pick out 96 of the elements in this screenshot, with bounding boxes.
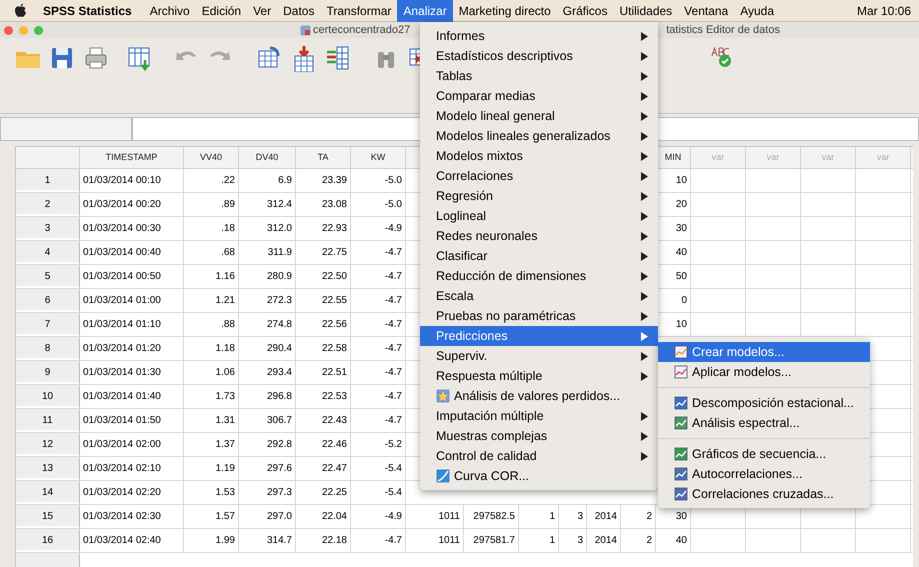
- table-cell: 280.9: [239, 265, 296, 288]
- table-cell: -4.7: [351, 241, 406, 264]
- table-cell: 1.21: [184, 289, 239, 312]
- table-cell: 311.9: [239, 241, 296, 264]
- table-cell: 01/03/2014 01:50: [80, 409, 184, 432]
- table-cell: 2014: [587, 529, 621, 552]
- table-cell: 1.06: [184, 361, 239, 384]
- table-cell: 01/03/2014 00:20: [80, 193, 184, 216]
- table-cell: .89: [184, 193, 239, 216]
- table-cell: -5.2: [351, 433, 406, 456]
- table-cell: -4.9: [351, 217, 406, 240]
- table-cell: 40: [656, 529, 691, 552]
- table-cell: 22.25: [296, 481, 351, 504]
- table-cell: 297.3: [239, 481, 296, 504]
- table-cell: 01/03/2014 02:30: [80, 505, 184, 528]
- table-cell: 296.8: [239, 385, 296, 408]
- table-cell: 1.99: [184, 529, 239, 552]
- table-cell: 01/03/2014 00:30: [80, 217, 184, 240]
- table-cell: 2: [621, 529, 656, 552]
- table-cell: 23.39: [296, 169, 351, 192]
- table-cell: 6.9: [239, 169, 296, 192]
- table-cell: -4.7: [351, 361, 406, 384]
- table-cell: 1.73: [184, 385, 239, 408]
- table-cell: 1.53: [184, 481, 239, 504]
- table-cell: 297.0: [239, 505, 296, 528]
- table-cell: 297582.5: [464, 505, 519, 528]
- table-cell: -4.7: [351, 529, 406, 552]
- table-cell: 01/03/2014 00:10: [80, 169, 184, 192]
- table-cell: 3: [559, 505, 587, 528]
- table-cell: -4.7: [351, 313, 406, 336]
- table-cell: 290.4: [239, 337, 296, 360]
- table-cell: 01/03/2014 02:40: [80, 529, 184, 552]
- table-cell: 297.6: [239, 457, 296, 480]
- table-cell: 22.47: [296, 457, 351, 480]
- table-cell: 1.37: [184, 433, 239, 456]
- table-cell: 1011: [406, 529, 464, 552]
- table-cell: 01/03/2014 01:30: [80, 361, 184, 384]
- table-cell: .68: [184, 241, 239, 264]
- table-cell: .88: [184, 313, 239, 336]
- table-cell: 22.50: [296, 265, 351, 288]
- table-cell: -4.7: [351, 385, 406, 408]
- table-cell: 1011: [406, 505, 464, 528]
- table-cell: 314.7: [239, 529, 296, 552]
- table-cell: 2: [621, 505, 656, 528]
- table-cell: -4.7: [351, 337, 406, 360]
- table-cell: 01/03/2014 01:20: [80, 337, 184, 360]
- table-cell: -4.7: [351, 265, 406, 288]
- table-cell: 01/03/2014 01:40: [80, 385, 184, 408]
- table-cell: -5.4: [351, 481, 406, 504]
- table-cell: 293.4: [239, 361, 296, 384]
- table-cell: -5.0: [351, 193, 406, 216]
- table-cell: 272.3: [239, 289, 296, 312]
- table-cell: 312.0: [239, 217, 296, 240]
- table-cell: 1.16: [184, 265, 239, 288]
- table-cell: 3: [559, 529, 587, 552]
- table-cell: 22.51: [296, 361, 351, 384]
- table-cell: 22.43: [296, 409, 351, 432]
- table-cell: 312.4: [239, 193, 296, 216]
- table-cell: 22.75: [296, 241, 351, 264]
- table-cell: 297581.7: [464, 529, 519, 552]
- table-cell: 01/03/2014 00:50: [80, 265, 184, 288]
- table-cell: 22.04: [296, 505, 351, 528]
- table-cell: 306.7: [239, 409, 296, 432]
- table-cell: 01/03/2014 01:10: [80, 313, 184, 336]
- window-title: certeconcentrado27: [313, 22, 410, 38]
- table-cell: 274.8: [239, 313, 296, 336]
- table-cell: 22.56: [296, 313, 351, 336]
- table-cell: 01/03/2014 02:00: [80, 433, 184, 456]
- table-cell: 1.31: [184, 409, 239, 432]
- clock: Mar 10:06: [856, 2, 911, 20]
- table-cell: 1: [519, 529, 559, 552]
- table-cell: 01/03/2014 01:00: [80, 289, 184, 312]
- table-cell: 01/03/2014 02:20: [80, 481, 184, 504]
- table-cell: 22.53: [296, 385, 351, 408]
- table-cell: -4.7: [351, 289, 406, 312]
- table-cell: .22: [184, 169, 239, 192]
- table-cell: 2014: [587, 505, 621, 528]
- table-cell: -4.9: [351, 505, 406, 528]
- table-cell: 22.58: [296, 337, 351, 360]
- table-cell: -4.7: [351, 409, 406, 432]
- table-cell: -5.4: [351, 457, 406, 480]
- table-cell: 1.57: [184, 505, 239, 528]
- table-cell: 23.08: [296, 193, 351, 216]
- table-cell: 01/03/2014 02:10: [80, 457, 184, 480]
- table-cell: -5.0: [351, 169, 406, 192]
- table-cell: 22.55: [296, 289, 351, 312]
- table-cell: 1: [519, 505, 559, 528]
- table-cell: 22.18: [296, 529, 351, 552]
- table-cell: 1.19: [184, 457, 239, 480]
- table-cell: 1.18: [184, 337, 239, 360]
- table-cell: 01/03/2014 00:40: [80, 241, 184, 264]
- table-cell: .18: [184, 217, 239, 240]
- table-cell: 22.93: [296, 217, 351, 240]
- table-cell: 292.8: [239, 433, 296, 456]
- window-title: tatistics Editor de datos: [666, 22, 780, 38]
- table-cell: 22.46: [296, 433, 351, 456]
